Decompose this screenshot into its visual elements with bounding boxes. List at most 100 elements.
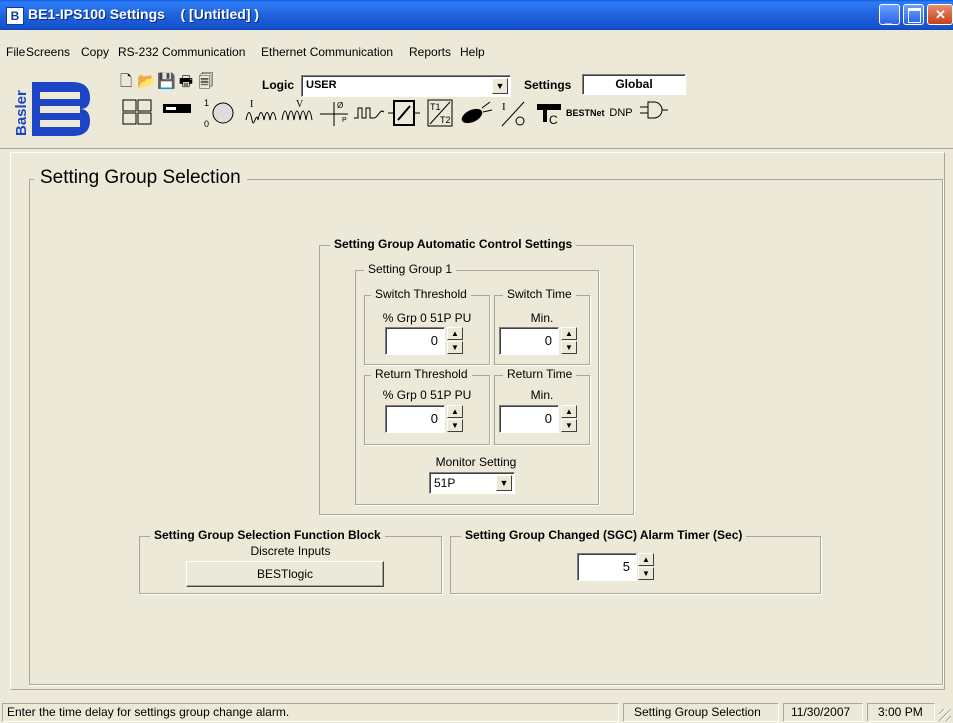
maximize-icon: [908, 8, 921, 23]
menu-screens[interactable]: Screens: [26, 45, 70, 59]
save-icon[interactable]: 💾: [157, 73, 176, 91]
switch-time-spinner[interactable]: ▲ ▼: [561, 327, 577, 355]
return-time-title: Return Time: [503, 367, 577, 381]
title-bar[interactable]: B BE1-IPS100 Settings ( [Untitled] ) _ ✕: [0, 0, 953, 30]
return-threshold-unit: % Grp 0 51P PU: [382, 388, 472, 402]
spin-up-icon[interactable]: ▲: [561, 327, 577, 340]
logic-block-icon[interactable]: [388, 98, 420, 128]
maximize-button[interactable]: [903, 4, 924, 25]
menu-reports[interactable]: Reports: [409, 45, 451, 59]
logo-text: Basler: [13, 90, 30, 136]
new-file-icon[interactable]: 🗋: [117, 73, 135, 91]
alarm-timer-spinner[interactable]: ▲ ▼: [638, 553, 654, 581]
spin-down-icon[interactable]: ▼: [561, 419, 577, 432]
switch-time-title: Switch Time: [503, 287, 576, 301]
return-threshold-title: Return Threshold: [371, 367, 472, 381]
menu-help[interactable]: Help: [460, 45, 485, 59]
spin-down-icon[interactable]: ▼: [561, 341, 577, 354]
svg-text:I: I: [502, 101, 506, 113]
svg-text:P: P: [342, 117, 347, 124]
protection-icon[interactable]: ØP: [318, 98, 350, 128]
svg-text:0: 0: [204, 119, 209, 128]
setting-group-1-label: Setting Group 1: [364, 262, 457, 276]
status-screen: Setting Group Selection: [623, 703, 779, 722]
communication-icon[interactable]: [160, 98, 194, 128]
spin-up-icon[interactable]: ▲: [447, 327, 463, 340]
timer-icon[interactable]: T1 T2: [424, 98, 456, 128]
discrete-inputs-label: Discrete Inputs: [250, 544, 331, 558]
function-block-title: Setting Group Selection Function Block: [150, 528, 385, 542]
current-waveform-icon[interactable]: I: [244, 98, 278, 128]
settings-field[interactable]: Global: [582, 74, 686, 95]
menu-ethernet[interactable]: Ethernet Communication: [261, 45, 393, 59]
status-time: 3:00 PM: [867, 703, 935, 722]
monitor-setting-select[interactable]: 51P ▼: [429, 472, 515, 494]
return-time-input[interactable]: 0: [499, 405, 559, 433]
sensing-icon[interactable]: 10: [200, 98, 236, 129]
minimize-icon: _: [885, 10, 893, 25]
basler-logo: Basler: [10, 78, 94, 140]
breaker-status-icon[interactable]: I: [498, 98, 530, 128]
alarm-timer-title: Setting Group Changed (SGC) Alarm Timer …: [461, 528, 747, 542]
output-gate-icon[interactable]: [638, 98, 670, 128]
switch-threshold-unit: % Grp 0 51P PU: [382, 311, 472, 325]
settings-value: Global: [615, 77, 653, 91]
alarm-timer-input[interactable]: 5: [577, 553, 637, 581]
dnp-button[interactable]: DNP: [608, 98, 634, 128]
probe-icon[interactable]: [458, 98, 494, 128]
switch-threshold-input[interactable]: 0: [385, 327, 445, 355]
window-title: BE1-IPS100 Settings ( [Untitled] ): [28, 6, 260, 22]
trip-close-icon[interactable]: C: [534, 98, 564, 128]
logic-value: USER: [306, 79, 337, 91]
app-icon[interactable]: B: [6, 7, 24, 25]
minimize-button[interactable]: _: [879, 4, 900, 25]
bestnet-button[interactable]: BESTNet: [566, 98, 605, 128]
logic-label: Logic: [262, 78, 294, 92]
general-settings-icon[interactable]: [120, 98, 154, 128]
spin-down-icon[interactable]: ▼: [638, 567, 654, 580]
switch-threshold-title: Switch Threshold: [371, 287, 471, 301]
svg-text:I: I: [250, 99, 253, 110]
pulse-icon[interactable]: [352, 98, 386, 128]
monitor-setting-label: Monitor Setting: [435, 455, 517, 469]
svg-text:1: 1: [204, 98, 209, 108]
chevron-down-icon[interactable]: ▼: [496, 475, 512, 491]
voltage-waveform-icon[interactable]: V: [280, 98, 314, 128]
properties-icon[interactable]: 🗐: [197, 73, 215, 91]
chevron-down-icon[interactable]: ▼: [492, 78, 508, 94]
status-bar: Enter the time delay for settings group …: [0, 701, 953, 723]
menu-rs232[interactable]: RS-232 Communication: [118, 45, 245, 59]
open-folder-icon[interactable]: 📂: [137, 73, 156, 91]
switch-threshold-spinner[interactable]: ▲ ▼: [447, 327, 463, 355]
content-panel: Setting Group Selection Setting Group Au…: [10, 152, 945, 690]
svg-text:T1: T1: [430, 102, 441, 112]
menu-bar: File Screens Copy RS-232 Communication E…: [0, 43, 953, 63]
spin-up-icon[interactable]: ▲: [447, 405, 463, 418]
close-icon: ✕: [935, 7, 946, 22]
return-threshold-spinner[interactable]: ▲ ▼: [447, 405, 463, 433]
menu-file[interactable]: File: [6, 45, 25, 59]
auto-control-title: Setting Group Automatic Control Settings: [330, 237, 577, 251]
settings-label: Settings: [524, 78, 572, 92]
spin-down-icon[interactable]: ▼: [447, 419, 463, 432]
bestlogic-button[interactable]: BESTlogic: [186, 561, 384, 587]
monitor-setting-value: 51P: [434, 476, 456, 490]
resize-grip-icon[interactable]: [939, 709, 951, 721]
svg-text:T2: T2: [440, 115, 451, 125]
return-time-spinner[interactable]: ▲ ▼: [561, 405, 577, 433]
logic-select[interactable]: USER ▼: [301, 75, 511, 97]
switch-time-unit: Min.: [530, 311, 554, 325]
return-time-unit: Min.: [530, 388, 554, 402]
status-date: 11/30/2007: [783, 703, 863, 722]
switch-time-input[interactable]: 0: [499, 327, 559, 355]
return-threshold-input[interactable]: 0: [385, 405, 445, 433]
status-message: Enter the time delay for settings group …: [2, 703, 619, 722]
svg-text:C: C: [549, 113, 558, 127]
print-icon[interactable]: 🖶: [177, 73, 195, 91]
spin-up-icon[interactable]: ▲: [638, 553, 654, 566]
spin-down-icon[interactable]: ▼: [447, 341, 463, 354]
svg-text:V: V: [296, 99, 304, 110]
close-button[interactable]: ✕: [927, 4, 953, 25]
menu-copy[interactable]: Copy: [81, 45, 109, 59]
spin-up-icon[interactable]: ▲: [561, 405, 577, 418]
